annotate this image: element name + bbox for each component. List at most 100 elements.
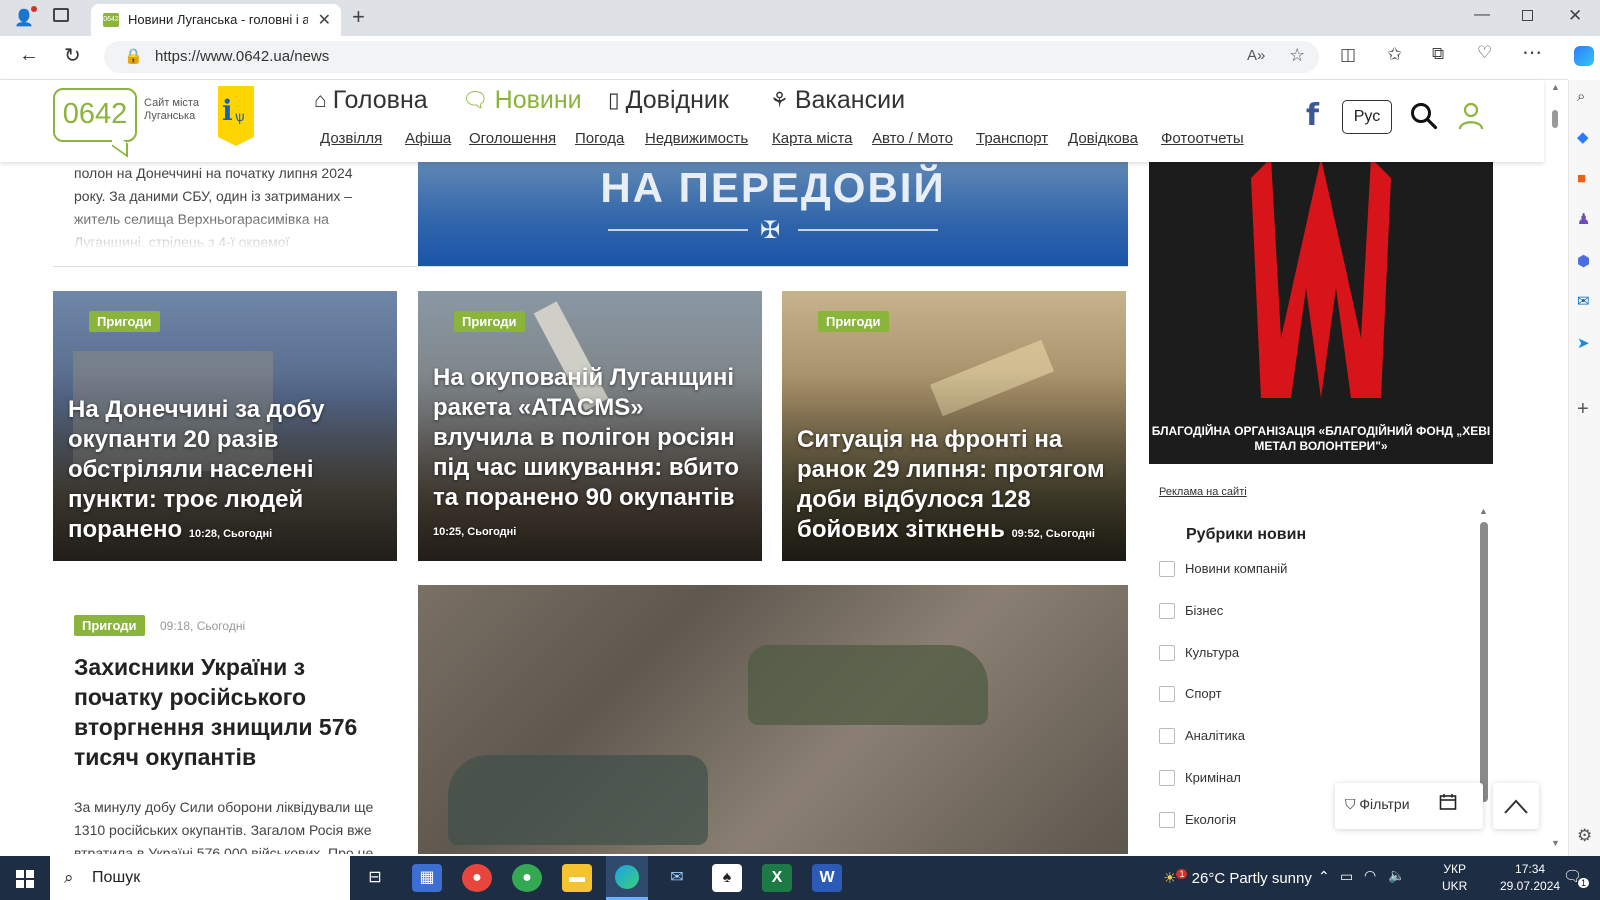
new-tab-icon[interactable]: + (352, 4, 365, 30)
browser-essentials-icon[interactable]: ♡ (1477, 43, 1492, 63)
news-card-title[interactable]: На окупованій Луганщині ракета «ATACMS» … (433, 363, 747, 547)
nav-directory[interactable]: ▯ Довідник (608, 86, 729, 115)
word-app-icon[interactable]: W (812, 864, 842, 892)
sidebar-outlook-icon[interactable]: ✉ (1577, 292, 1590, 310)
battery-icon[interactable]: ▭ (1340, 868, 1353, 885)
edge-app-icon[interactable] (606, 856, 648, 900)
scroll-up-arrow-icon[interactable]: ▲ (1551, 82, 1560, 92)
refresh-icon[interactable]: ↻ (64, 43, 81, 68)
lead-article-image[interactable]: НА ПЕРЕДОВІЙ ✠ (418, 162, 1128, 266)
subnav-realty[interactable]: Недвижимость (645, 130, 748, 147)
calendar-icon[interactable] (1439, 793, 1457, 811)
file-explorer-app-icon[interactable]: ▬ (562, 864, 592, 892)
filter-button[interactable]: ⛉ Фільтри (1345, 796, 1410, 813)
back-icon[interactable]: ← (19, 44, 39, 67)
nav-home[interactable]: ⌂ Головна (314, 86, 428, 115)
browser-tab-active[interactable]: 0642 Новини Луганська - головні і актуал… (91, 4, 341, 36)
rubric-checkbox[interactable]: Аналітика (1159, 728, 1245, 744)
solitaire-app-icon[interactable]: ♠ (712, 864, 742, 892)
news-card[interactable]: Пригоди На Донеччині за добу окупанти 20… (53, 291, 397, 561)
rubrics-scroll-thumb[interactable] (1480, 522, 1488, 802)
split-screen-icon[interactable]: ◫ (1340, 45, 1356, 65)
checkbox[interactable] (1159, 812, 1175, 828)
rubric-checkbox[interactable]: Новини компаній (1159, 561, 1287, 577)
tab-actions-icon[interactable] (53, 8, 69, 22)
taskbar-search[interactable]: ⌕ Пошук (50, 856, 350, 900)
close-tab-icon[interactable]: ✕ (318, 10, 331, 30)
rubric-checkbox[interactable]: Культура (1159, 645, 1239, 661)
checkbox[interactable] (1159, 561, 1175, 577)
checkbox[interactable] (1159, 686, 1175, 702)
rubric-checkbox[interactable]: Екологія (1159, 812, 1236, 828)
checkbox[interactable] (1159, 728, 1175, 744)
subnav-ads[interactable]: Оголошення (469, 130, 556, 147)
sidebar-search-icon[interactable]: ⌕ (1577, 88, 1585, 105)
sidebar-send-icon[interactable]: ➤ (1577, 334, 1590, 352)
scroll-up-arrow-icon[interactable]: ▲ (1479, 506, 1488, 516)
windows-start-icon[interactable] (16, 870, 34, 888)
url-field[interactable]: 🔒 https://www.0642.ua/news A» ☆ (104, 41, 1319, 73)
input-language[interactable]: УКР UKR (1442, 861, 1467, 895)
search-icon[interactable] (1410, 102, 1438, 130)
chrome-profile-app-icon[interactable]: ● (512, 864, 542, 892)
charity-ad-banner[interactable]: БЛАГОДІЙНА ОРГАНІЗАЦІЯ «БЛАГОДІЙНИЙ ФОНД… (1149, 162, 1493, 464)
sidebar-games-icon[interactable]: ♟ (1577, 210, 1590, 228)
checkbox[interactable] (1159, 603, 1175, 619)
read-aloud-icon[interactable]: A» (1247, 47, 1265, 64)
copilot-button[interactable] (1568, 36, 1600, 80)
sidebar-shopping-icon[interactable]: ◆ (1577, 128, 1589, 146)
language-switch-button[interactable]: Рус (1342, 100, 1392, 134)
tray-chevron-up-icon[interactable]: ⌃ (1318, 868, 1330, 885)
favorites-icon[interactable]: ✩ (1387, 44, 1402, 65)
sidebar-tools-icon[interactable]: ■ (1577, 170, 1586, 187)
user-account-icon[interactable] (1458, 102, 1484, 130)
i-city-badge[interactable]: iѱ (218, 86, 254, 146)
nav-news[interactable]: 🗨 Новини (462, 86, 582, 115)
subnav-weather[interactable]: Погода (575, 130, 624, 147)
news-card[interactable]: Пригоди Ситуація на фронті на ранок 29 л… (782, 291, 1126, 561)
task-view-icon[interactable]: ⊟ (360, 864, 390, 892)
subnav-photoreports[interactable]: Фотоотчеты (1161, 130, 1244, 147)
checkbox[interactable] (1159, 770, 1175, 786)
sidebar-settings-icon[interactable]: ⚙ (1577, 826, 1592, 846)
calculator-app-icon[interactable]: ▦ (412, 864, 442, 892)
rubric-checkbox[interactable]: Кримінал (1159, 770, 1241, 786)
subnav-transport[interactable]: Транспорт (976, 130, 1048, 147)
checkbox[interactable] (1159, 645, 1175, 661)
chrome-app-icon[interactable]: ● (462, 864, 492, 892)
weather-widget[interactable]: ☀ 1 26°C Partly sunny (1163, 869, 1312, 887)
article-title[interactable]: Захисники України з початку російського … (74, 652, 392, 772)
volume-icon[interactable]: 🔈 (1388, 867, 1405, 884)
page-scrollbar[interactable]: ▲ ▼ (1544, 80, 1568, 854)
wifi-icon[interactable]: ◠ (1364, 867, 1376, 884)
restore-icon[interactable] (1522, 10, 1533, 21)
article-excerpt[interactable]: За минулу добу Сили оборони ліквідували … (74, 796, 392, 854)
excel-app-icon[interactable]: X (762, 864, 792, 892)
category-tag[interactable]: Пригоди (818, 311, 889, 332)
rubric-checkbox[interactable]: Спорт (1159, 686, 1222, 702)
sidebar-add-icon[interactable]: + (1577, 398, 1589, 421)
scroll-down-arrow-icon[interactable]: ▼ (1551, 838, 1560, 848)
category-tag[interactable]: Пригоди (74, 615, 145, 636)
close-window-icon[interactable]: ✕ (1568, 6, 1582, 26)
news-card-title[interactable]: Ситуація на фронті на ранок 29 липня: пр… (797, 425, 1111, 549)
lock-icon[interactable]: 🔒 (124, 47, 143, 65)
scrollbar-thumb[interactable] (1552, 110, 1558, 128)
subnav-city-map[interactable]: Карта міста (772, 130, 853, 147)
subnav-leisure[interactable]: Дозвілля (320, 130, 382, 147)
facebook-icon[interactable]: f (1306, 98, 1319, 133)
rubric-checkbox[interactable]: Бізнес (1159, 603, 1223, 619)
subnav-auto[interactable]: Авто / Мото (872, 130, 953, 147)
filters-panel[interactable]: ⛉ Фільтри (1335, 783, 1483, 829)
subnav-afisha[interactable]: Афіша (405, 130, 451, 147)
subnav-reference[interactable]: Довідкова (1068, 130, 1138, 147)
site-logo[interactable]: 0642 (53, 88, 137, 142)
news-card-title[interactable]: На Донеччині за добу окупанти 20 разів о… (68, 395, 382, 549)
mail-app-icon[interactable]: ✉ (662, 864, 692, 892)
category-tag[interactable]: Пригоди (454, 311, 525, 332)
news-card[interactable]: Пригоди На окупованій Луганщині ракета «… (418, 291, 762, 561)
category-tag[interactable]: Пригоди (89, 311, 160, 332)
collections-icon[interactable]: ⧉ (1432, 44, 1444, 64)
system-clock[interactable]: 17:34 29.07.2024 (1500, 861, 1560, 895)
advertise-link[interactable]: Реклама на сайті (1159, 486, 1247, 498)
